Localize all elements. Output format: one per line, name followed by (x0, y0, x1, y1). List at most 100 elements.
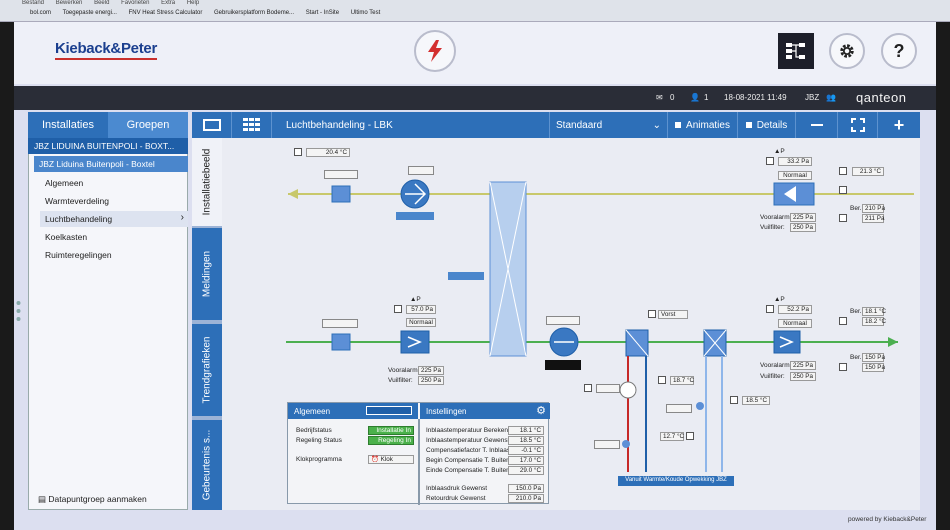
sensor-icon[interactable] (730, 396, 738, 404)
status-bar: ✉ 0 👤 1 18-08-2021 11:49 JBZ 👥 qanteon (14, 86, 936, 110)
sensor-icon[interactable] (394, 305, 402, 313)
sensor-icon[interactable] (839, 363, 847, 371)
tab-installatiebeeld[interactable]: Installatiebeeld (192, 138, 222, 226)
damper-setpoint-box[interactable] (322, 319, 358, 328)
grid-view-button[interactable] (232, 112, 272, 138)
favorite-link[interactable]: Ultimo Test (351, 10, 381, 16)
klok-label: Klokprogramma (296, 456, 342, 463)
fan-speed-box[interactable] (408, 166, 434, 175)
sensor-icon[interactable] (294, 148, 302, 156)
sensor-icon[interactable] (766, 305, 774, 313)
tab-installaties[interactable]: Installaties (28, 112, 108, 138)
fan-speed-box[interactable] (546, 316, 580, 325)
sensor-icon[interactable] (839, 317, 847, 325)
right-voor-value: 225 Pa (790, 361, 816, 370)
mid-voor-value: 225 Pa (418, 366, 444, 375)
mid-dp-value: 57.0 Pa (406, 305, 436, 314)
tab-gebeurtenissen[interactable]: Gebeurtenis s... (192, 420, 222, 510)
sensor-icon[interactable] (766, 157, 774, 165)
favorite-link[interactable]: Gebruikersplatform Bodeme... (214, 10, 294, 16)
setting-value[interactable]: 150.0 Pa (508, 484, 544, 493)
right-voor-label: Vooralarm: (760, 362, 792, 369)
sidebar-drag-handle[interactable] (16, 300, 21, 322)
structure-view-button[interactable] (778, 33, 814, 69)
tab-meldingen[interactable]: Meldingen (192, 228, 222, 320)
create-datapoint-group[interactable]: ▤ Datapuntgroep aanmaken (28, 490, 188, 510)
help-button[interactable]: ? (881, 33, 917, 69)
checkbox-icon (675, 122, 682, 128)
subsite-node[interactable]: JBZ Liduina Buitenpoli - Boxtel (34, 156, 188, 172)
algemeen-title: Algemeen (294, 407, 331, 416)
sensor-icon[interactable] (686, 432, 694, 440)
setting-value: 18.1 °C (508, 426, 544, 435)
favorites-bar: bol.com Toegepaste energi... FNV Heat St… (30, 10, 390, 16)
pump-status-icon[interactable] (584, 384, 592, 392)
sensor-icon[interactable] (839, 186, 847, 194)
sensor-icon[interactable] (839, 214, 847, 222)
users-icon[interactable]: 👥 (826, 93, 836, 102)
menu-item[interactable]: Help (187, 0, 199, 6)
valve-position-box[interactable] (666, 404, 692, 413)
datetime: 18-08-2021 11:49 (724, 93, 787, 102)
tree-item-warmteverdeling[interactable]: Warmteverdeling (40, 193, 188, 209)
view-select[interactable]: Standaard ⌄ (550, 112, 668, 138)
sensor-icon[interactable] (839, 167, 847, 175)
menu-item[interactable]: Extra (161, 0, 175, 6)
setting-value[interactable]: 18.5 °C (508, 436, 544, 445)
mail-icon[interactable]: ✉ (656, 93, 663, 102)
setting-value[interactable]: 29.0 °C (508, 466, 544, 475)
logo-underline (55, 58, 157, 60)
settings-button[interactable] (829, 33, 865, 69)
alarm-button[interactable] (414, 30, 456, 72)
top-voor-value: 225 Pa (790, 213, 816, 222)
tree-item-luchtbehandeling[interactable]: Luchtbehandeling › (40, 211, 188, 227)
dots-icon (16, 301, 21, 321)
top-ber-value: 210 Pa (862, 204, 885, 213)
zoom-in-button[interactable]: + (878, 112, 920, 138)
bedrijfstatus-value: Installatie In (368, 426, 414, 435)
vorst-label: Vorst (658, 310, 688, 319)
favorite-link[interactable]: Toegepaste energi... (63, 10, 117, 16)
favorite-link[interactable]: FNV Heat Stress Calculator (129, 10, 203, 16)
single-view-button[interactable] (192, 112, 232, 138)
supply-source-label: Vanuit Warmte/Koude Opwekking JBZ (625, 477, 727, 483)
top-ber2-value: 211 Pa (862, 214, 885, 223)
setting-label: Retourdruk Gewenst (426, 495, 486, 502)
browser-menu: Bestand Bewerken Beeld Favorieten Extra … (22, 0, 209, 6)
top-right-temp: 21.3 °C (852, 167, 884, 176)
setting-value[interactable]: -0.1 °C (508, 446, 544, 455)
tree-item-koelkasten[interactable]: Koelkasten (40, 229, 188, 245)
valve-position-box[interactable] (594, 440, 620, 449)
tab-label: Gebeurtenis s... (201, 429, 213, 501)
details-toggle[interactable]: Details (738, 112, 796, 138)
menu-item[interactable]: Favorieten (121, 0, 149, 6)
frost-sensor-icon[interactable] (648, 310, 656, 318)
tree-item-ruimteregelingen[interactable]: Ruimteregelingen (40, 247, 188, 263)
damper-setpoint-box[interactable] (324, 170, 358, 179)
clock-icon: ⏰ (371, 456, 381, 463)
sensor-icon[interactable] (658, 376, 666, 384)
zoom-out-button[interactable] (796, 112, 838, 138)
tab-label: Meldingen (201, 250, 213, 298)
pump-status-box[interactable] (596, 384, 620, 393)
menu-item[interactable]: Beeld (94, 0, 109, 6)
plus-icon: + (893, 114, 905, 135)
user-icon[interactable]: 👤 (690, 93, 700, 102)
site-node[interactable]: JBZ LIDUINA BUITENPOLI - BOXT... (28, 138, 188, 154)
tab-groepen[interactable]: Groepen (108, 112, 188, 138)
algemeen-control[interactable] (366, 406, 412, 415)
setting-value[interactable]: 17.0 °C (508, 456, 544, 465)
animaties-toggle[interactable]: Animaties (668, 112, 738, 138)
tree-item-algemeen[interactable]: Algemeen (40, 175, 188, 191)
favorite-link[interactable]: bol.com (30, 10, 51, 16)
setting-value[interactable]: 210.0 Pa (508, 494, 544, 503)
favorite-link[interactable]: Start - InSite (306, 10, 339, 16)
instellingen-title: Instellingen (426, 407, 467, 416)
tab-trendgrafieken[interactable]: Trendgrafieken (192, 324, 222, 416)
fit-screen-button[interactable] (838, 112, 878, 138)
klok-value[interactable]: ⏰ Klok (368, 455, 414, 464)
menu-item[interactable]: Bestand (22, 0, 44, 6)
menu-item[interactable]: Bewerken (56, 0, 83, 6)
right-ber-value2: 18.2 °C (862, 317, 886, 326)
gear-icon[interactable]: ⚙ (536, 404, 546, 417)
